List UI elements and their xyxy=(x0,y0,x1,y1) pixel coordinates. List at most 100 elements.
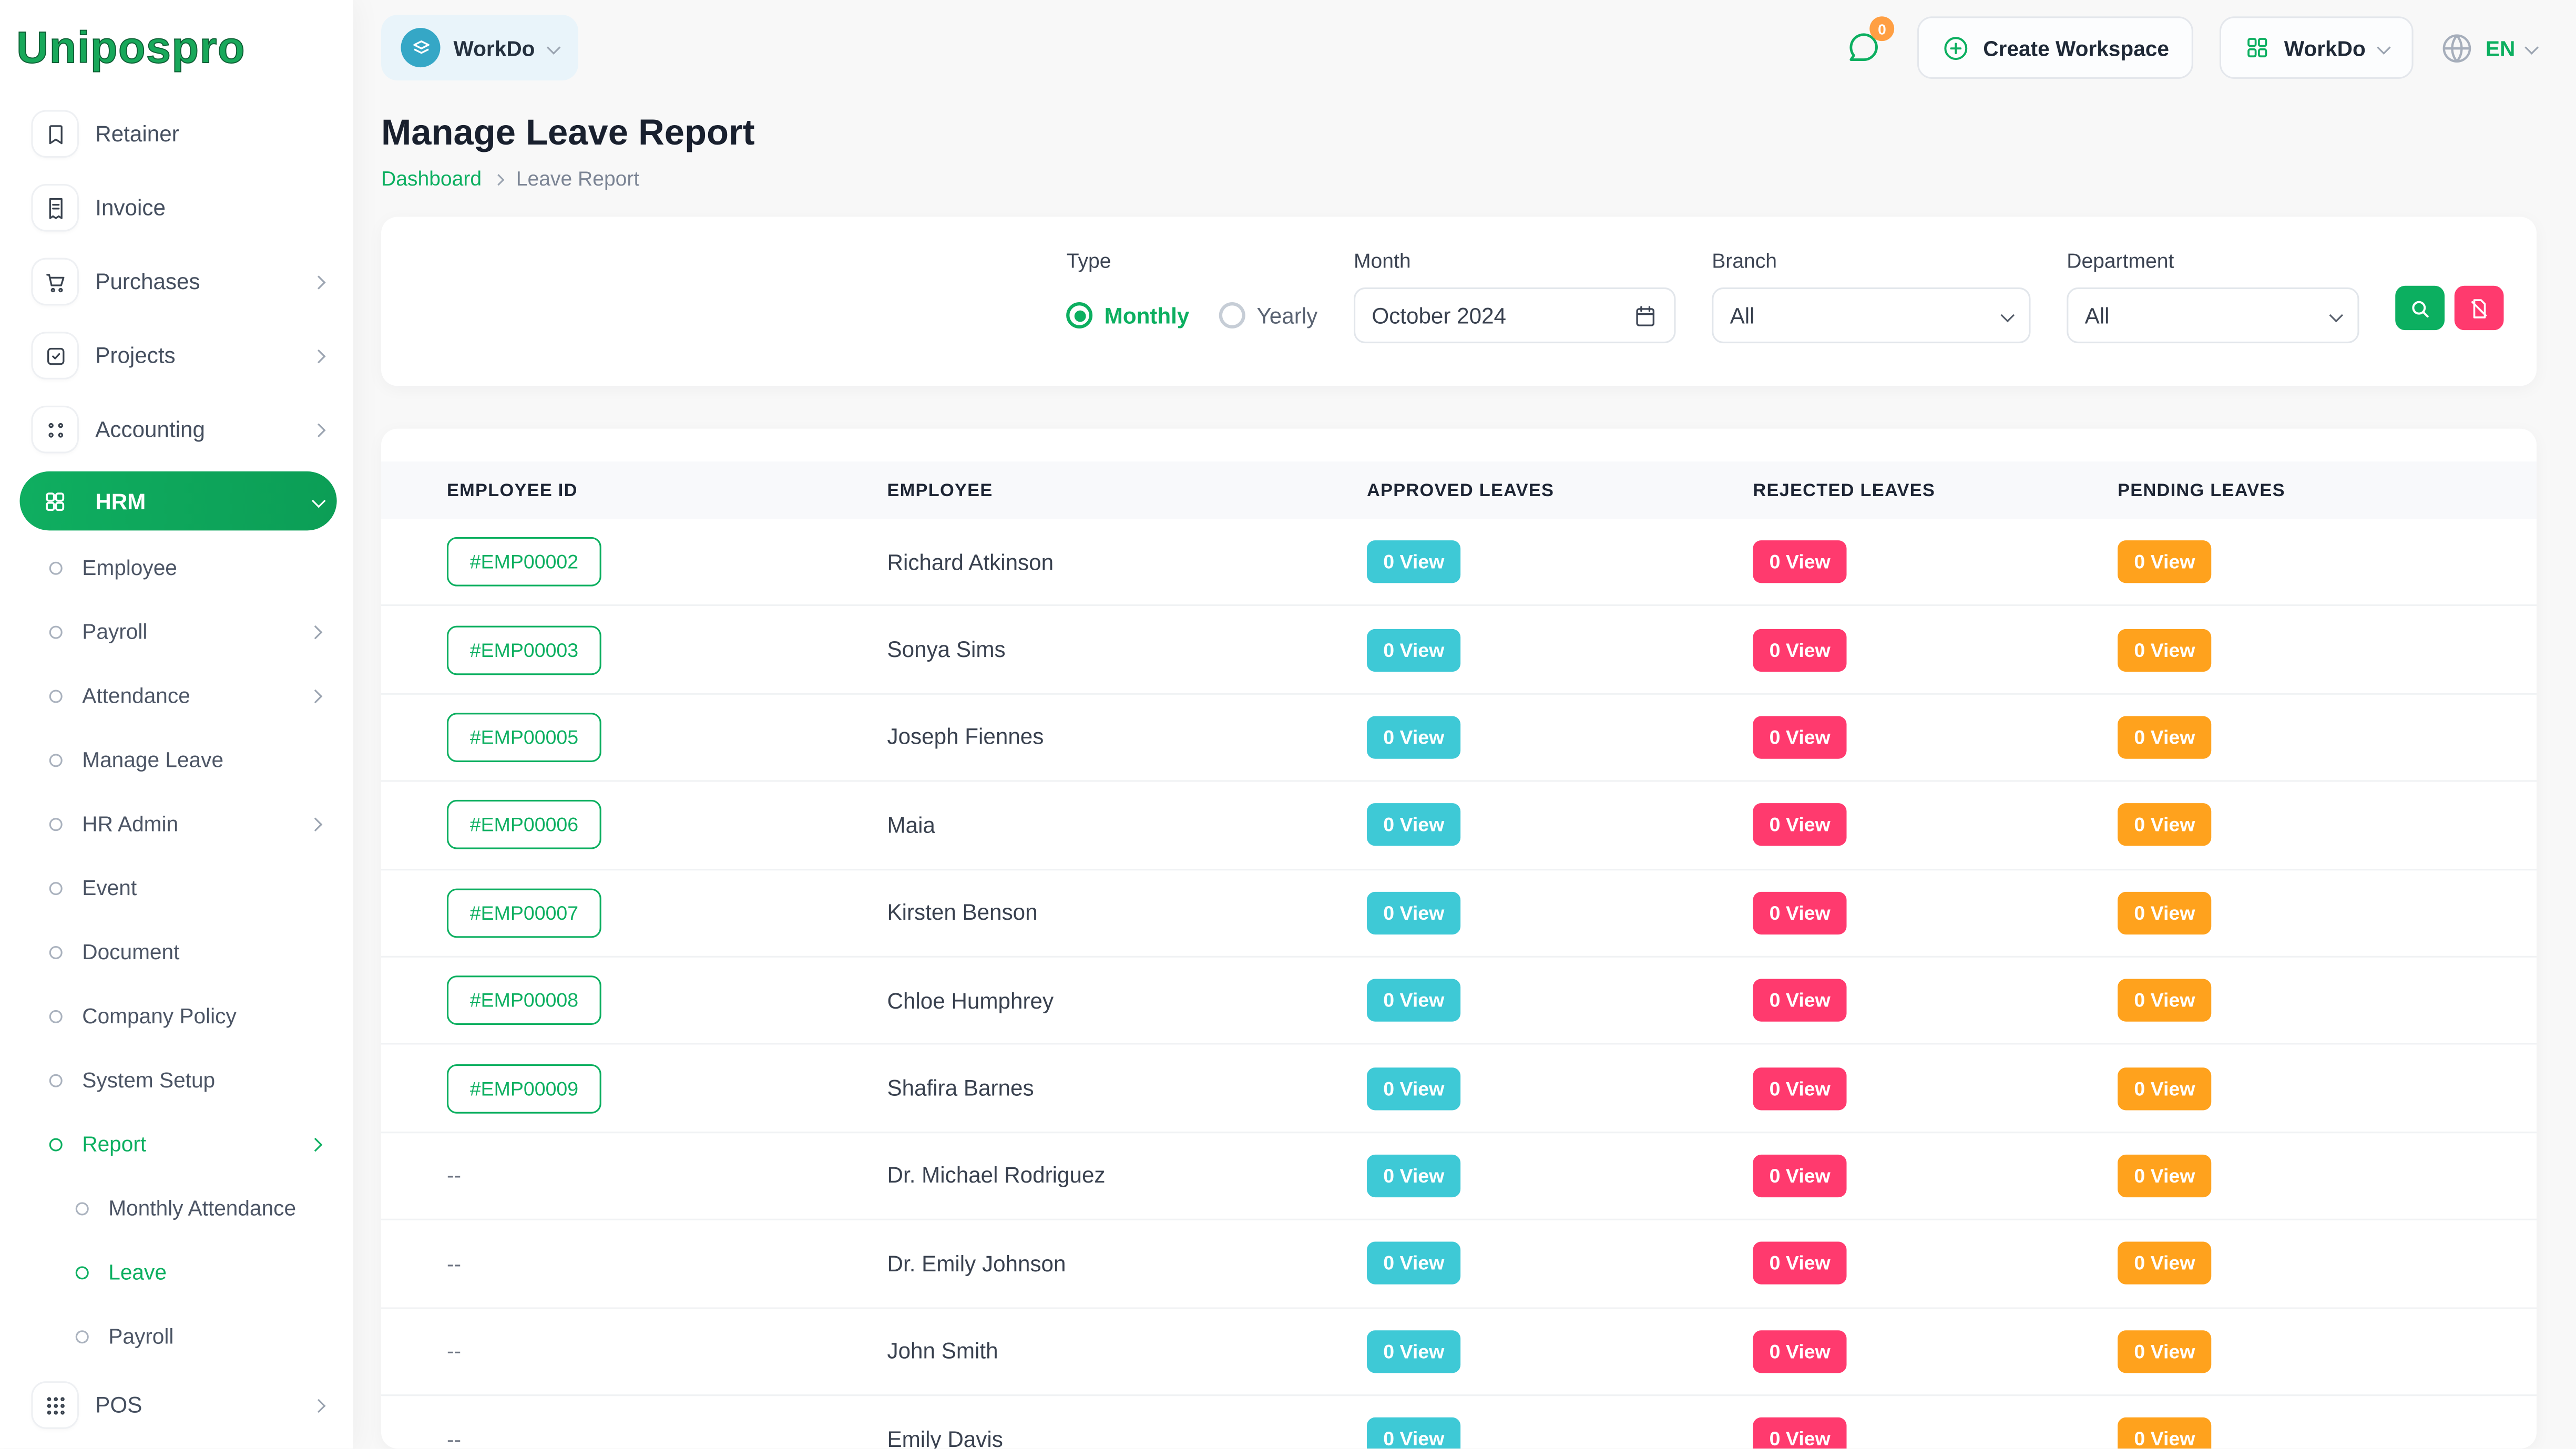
sidebar-item-purchases[interactable]: Purchases xyxy=(20,245,337,319)
type-monthly-radio[interactable]: Monthly xyxy=(1067,302,1190,328)
sidebar-item-label: Company Policy xyxy=(82,1003,237,1028)
pending-view-button[interactable]: 0 View xyxy=(2118,804,2212,846)
sidebar-item-retainer[interactable]: Retainer xyxy=(20,97,337,171)
sidebar-item-hrm[interactable]: HRM xyxy=(20,471,337,531)
globe-icon xyxy=(2439,30,2474,65)
brand-logo[interactable]: Unipospro xyxy=(0,0,353,90)
rejected-view-button[interactable]: 0 View xyxy=(1753,1417,1847,1449)
type-monthly-label: Monthly xyxy=(1105,303,1190,328)
rejected-view-button[interactable]: 0 View xyxy=(1753,891,1847,934)
sidebar-item-accounting[interactable]: Accounting xyxy=(20,393,337,467)
create-workspace-button[interactable]: Create Workspace xyxy=(1917,16,2194,79)
sidebar-item-projects[interactable]: Projects xyxy=(20,318,337,393)
sidebar-item-label: System Setup xyxy=(82,1067,215,1092)
apps-dropdown[interactable]: WorkDo xyxy=(2220,16,2414,79)
language-selector[interactable]: EN xyxy=(2439,30,2537,65)
rejected-view-button[interactable]: 0 View xyxy=(1753,541,1847,583)
chat-button[interactable]: 0 xyxy=(1835,20,1891,76)
search-button[interactable] xyxy=(2395,286,2445,330)
employee-id-button[interactable]: #EMP00003 xyxy=(447,625,601,674)
breadcrumb-dashboard-link[interactable]: Dashboard xyxy=(381,168,482,191)
employee-id-button[interactable]: #EMP00008 xyxy=(447,976,601,1025)
pending-view-button[interactable]: 0 View xyxy=(2118,1155,2212,1197)
chevron-right-icon xyxy=(309,688,323,703)
rejected-view-button[interactable]: 0 View xyxy=(1753,804,1847,846)
pending-view-button[interactable]: 0 View xyxy=(2118,891,2212,934)
chevron-right-icon xyxy=(309,817,323,831)
workspace-selector[interactable]: WorkDo xyxy=(381,15,578,80)
type-yearly-label: Yearly xyxy=(1257,303,1318,328)
pending-view-button[interactable]: 0 View xyxy=(2118,716,2212,758)
branch-select[interactable]: All xyxy=(1712,287,2030,343)
sidebar-item-event[interactable]: Event xyxy=(20,856,337,920)
rejected-view-button[interactable]: 0 View xyxy=(1753,1330,1847,1372)
type-yearly-radio[interactable]: Yearly xyxy=(1219,302,1318,328)
sidebar-item-label: Projects xyxy=(95,343,175,368)
approved-view-button[interactable]: 0 View xyxy=(1367,1242,1461,1284)
sidebar-item-label: Monthly Attendance xyxy=(108,1196,296,1220)
approved-view-button[interactable]: 0 View xyxy=(1367,1067,1461,1109)
breadcrumb-current: Leave Report xyxy=(516,168,640,191)
chevron-right-icon xyxy=(309,1137,323,1151)
employee-id-button[interactable]: #EMP00007 xyxy=(447,888,601,938)
employee-name: John Smith xyxy=(887,1339,1367,1364)
approved-view-button[interactable]: 0 View xyxy=(1367,979,1461,1022)
sidebar-item-monthly-attendance[interactable]: Monthly Attendance xyxy=(20,1176,337,1240)
pending-view-button[interactable]: 0 View xyxy=(2118,1417,2212,1449)
approved-view-button[interactable]: 0 View xyxy=(1367,891,1461,934)
pending-view-button[interactable]: 0 View xyxy=(2118,979,2212,1022)
radio-selected-icon xyxy=(1067,302,1093,328)
bullet-icon xyxy=(49,817,63,830)
sidebar-item-company-policy[interactable]: Company Policy xyxy=(20,984,337,1048)
sidebar-item-report-payroll[interactable]: Payroll xyxy=(20,1304,337,1368)
approved-view-button[interactable]: 0 View xyxy=(1367,716,1461,758)
month-input[interactable] xyxy=(1372,303,1602,328)
sidebar-item-system-setup[interactable]: System Setup xyxy=(20,1048,337,1112)
month-field: Month xyxy=(1354,250,1676,343)
sidebar-item-manage-leave[interactable]: Manage Leave xyxy=(20,727,337,792)
sidebar-item-pos[interactable]: POS xyxy=(20,1368,337,1442)
approved-view-button[interactable]: 0 View xyxy=(1367,1330,1461,1372)
approved-view-button[interactable]: 0 View xyxy=(1367,629,1461,671)
pending-view-button[interactable]: 0 View xyxy=(2118,541,2212,583)
month-input-wrap xyxy=(1354,287,1676,343)
employee-id-button[interactable]: #EMP00006 xyxy=(447,800,601,850)
bullet-icon xyxy=(49,689,63,702)
sidebar-item-employee[interactable]: Employee xyxy=(20,536,337,600)
approved-view-button[interactable]: 0 View xyxy=(1367,804,1461,846)
rejected-view-button[interactable]: 0 View xyxy=(1753,716,1847,758)
employee-id-button[interactable]: #EMP00002 xyxy=(447,537,601,587)
sidebar-item-report[interactable]: Report xyxy=(20,1112,337,1176)
pending-view-button[interactable]: 0 View xyxy=(2118,1242,2212,1284)
employee-id-button[interactable]: #EMP00005 xyxy=(447,713,601,762)
employee-name: Chloe Humphrey xyxy=(887,988,1367,1013)
approved-view-button[interactable]: 0 View xyxy=(1367,1155,1461,1197)
apps-dropdown-label: WorkDo xyxy=(2284,35,2366,60)
sidebar-item-label: Manage Leave xyxy=(82,747,223,772)
pending-view-button[interactable]: 0 View xyxy=(2118,1330,2212,1372)
chevron-down-icon xyxy=(2000,309,2015,323)
rejected-view-button[interactable]: 0 View xyxy=(1753,979,1847,1022)
accounting-icon xyxy=(33,407,77,451)
approved-view-button[interactable]: 0 View xyxy=(1367,1417,1461,1449)
rejected-view-button[interactable]: 0 View xyxy=(1753,1067,1847,1109)
pending-view-button[interactable]: 0 View xyxy=(2118,629,2212,671)
department-select[interactable]: All xyxy=(2067,287,2359,343)
sidebar-item-document[interactable]: Document xyxy=(20,920,337,984)
chevron-right-icon xyxy=(312,275,326,289)
sidebar-item-invoice[interactable]: Invoice xyxy=(20,171,337,245)
employee-name: Shafira Barnes xyxy=(887,1076,1367,1101)
pending-view-button[interactable]: 0 View xyxy=(2118,1067,2212,1109)
sidebar-item-hr-admin[interactable]: HR Admin xyxy=(20,792,337,856)
employee-id-button[interactable]: #EMP00009 xyxy=(447,1064,601,1113)
sidebar-item-payroll[interactable]: Payroll xyxy=(20,600,337,664)
reset-button[interactable] xyxy=(2455,286,2504,330)
rejected-view-button[interactable]: 0 View xyxy=(1753,629,1847,671)
approved-view-button[interactable]: 0 View xyxy=(1367,541,1461,583)
rejected-view-button[interactable]: 0 View xyxy=(1753,1155,1847,1197)
grid-icon xyxy=(2245,35,2271,61)
table-row: -- Emily Davis 0 View 0 View 0 View xyxy=(381,1396,2537,1449)
sidebar-item-attendance[interactable]: Attendance xyxy=(20,664,337,728)
rejected-view-button[interactable]: 0 View xyxy=(1753,1242,1847,1284)
sidebar-item-leave[interactable]: Leave xyxy=(20,1240,337,1304)
